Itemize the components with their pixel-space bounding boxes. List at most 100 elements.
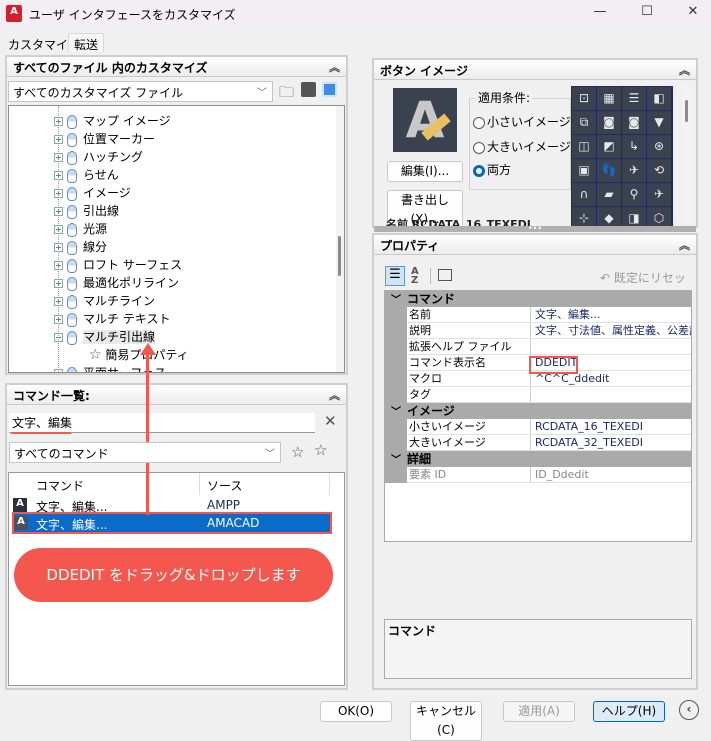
apply-to-label: 適用条件:	[476, 89, 533, 106]
tree-item[interactable]: + 最適化ポリライン	[54, 274, 179, 292]
property-row[interactable]: タグ	[385, 387, 691, 403]
alphabetical-sort-icon[interactable]: AZ	[411, 267, 419, 286]
table-row[interactable]: A 文字、編集... AMPP	[9, 497, 344, 514]
gallery-icon[interactable]: ⟲	[647, 159, 671, 182]
open-file-icon[interactable]: 🗀	[279, 82, 294, 107]
collapse-icon[interactable]: ︽	[329, 387, 340, 403]
tree-item[interactable]: + 線分	[54, 238, 107, 256]
scroll-thumb[interactable]	[338, 236, 341, 276]
mouse-icon	[67, 114, 77, 129]
tree-scrollbar[interactable]	[336, 106, 344, 372]
tree-item[interactable]: + ロフト サーフェス	[54, 256, 182, 274]
tree-item[interactable]: + イメージ	[54, 184, 131, 202]
gallery-icon[interactable]: ∩	[572, 183, 596, 206]
category-label: コマンド	[407, 292, 456, 306]
collapse-icon[interactable]: ︽	[679, 237, 690, 253]
command-filter-select[interactable]: すべてのコマンド ﹀	[9, 442, 281, 463]
gallery-icon[interactable]: ▼	[647, 111, 671, 134]
gallery-icon[interactable]: ✈	[647, 183, 671, 206]
tree-item-label: らせん	[83, 168, 119, 182]
property-value[interactable]: ID_Ddedit	[532, 467, 691, 483]
property-row[interactable]: 拡張ヘルプ ファイル	[385, 339, 691, 355]
tree-item-label: 位置マーカー	[83, 132, 156, 146]
property-info-icon[interactable]	[438, 269, 452, 281]
panel-splitter[interactable]: •••	[374, 225, 696, 233]
find-star-icon[interactable]: ☆	[291, 443, 304, 461]
gallery-icon[interactable]: ✈	[622, 159, 646, 182]
collapse-panes-icon[interactable]: ‹	[679, 700, 699, 720]
column-header-source[interactable]: ソース	[207, 477, 242, 494]
scroll-thumb[interactable]	[685, 100, 688, 122]
icon-gallery[interactable]: ⊡ ▦ ☰ ◧ ⧉ ◙ ◙ ▼ ◫ ◩ ↳ ⊛ ▣ 👣 ✈ ⟲ ∩ ▰ ⚲ ✈ ⊹ ◆ ◨ ⬡	[571, 86, 673, 230]
radio-small-image[interactable]: 小さいイメージ	[473, 113, 571, 130]
minimize-button[interactable]: —	[590, 4, 610, 22]
gallery-icon[interactable]: ▦	[597, 87, 621, 110]
help-button[interactable]: ヘルプ(H)	[593, 701, 665, 722]
command-name: 文字、編集...	[36, 518, 108, 532]
edit-button[interactable]: 編集(I)...	[387, 161, 463, 182]
gallery-icon[interactable]: ▣	[572, 159, 596, 182]
maximize-button[interactable]: ☐	[637, 4, 657, 22]
property-category[interactable]: ﹀ コマンド	[385, 291, 691, 307]
property-row[interactable]: 要素 ID ID_Ddedit	[385, 467, 691, 483]
apply-button[interactable]: 適用(A)	[503, 701, 575, 722]
load-partial-icon[interactable]	[322, 82, 337, 97]
radio-both[interactable]: 両方	[473, 161, 511, 178]
gallery-icon[interactable]: ⊡	[572, 87, 596, 110]
collapse-icon[interactable]: ︽	[679, 62, 690, 78]
property-category[interactable]: ﹀ 詳細	[385, 451, 691, 467]
gallery-icon[interactable]: ◧	[647, 87, 671, 110]
column-header-command[interactable]: コマンド	[36, 477, 84, 494]
ok-button[interactable]: OK(O)	[320, 701, 392, 722]
tree-item[interactable]: +平面サーフェス	[54, 364, 166, 372]
property-key: 小さいイメージ	[407, 419, 531, 435]
gallery-icon[interactable]: ◫	[572, 135, 596, 158]
gallery-icon[interactable]: ◙	[597, 111, 621, 134]
property-value[interactable]: 文字、編集...	[532, 307, 691, 323]
new-star-icon[interactable]: ☆	[314, 441, 327, 459]
gallery-icon[interactable]: ▰	[597, 183, 621, 206]
tree-item[interactable]: + 引出線	[54, 202, 119, 220]
gallery-scrollbar[interactable]	[682, 84, 692, 224]
file-select[interactable]: すべてのカスタマイズ ファイル ﹀	[8, 81, 273, 102]
gallery-icon[interactable]: ☰	[622, 87, 646, 110]
gallery-icon[interactable]: ◙	[622, 111, 646, 134]
table-row-selected[interactable]: A 文字、編集... AMACAD	[12, 512, 332, 534]
save-icon[interactable]	[301, 82, 316, 97]
tree-item[interactable]: + マップ イメージ	[54, 112, 171, 130]
gallery-icon[interactable]: ⚲	[622, 183, 646, 206]
property-value[interactable]	[532, 339, 691, 355]
close-button[interactable]: ✕	[683, 4, 703, 22]
property-value[interactable]: RCDATA_16_TEXEDI	[532, 419, 691, 435]
property-value[interactable]: 文字、寸法値、属性定義、公差記	[532, 323, 691, 339]
tree-item[interactable]: + マルチライン	[54, 292, 155, 310]
tree-item[interactable]: + らせん	[54, 166, 119, 184]
tree-item[interactable]: + 位置マーカー	[54, 130, 155, 148]
clear-search-icon[interactable]: ✕	[324, 412, 337, 430]
gallery-icon[interactable]: 👣	[597, 159, 621, 182]
tree-item[interactable]: ☆ 簡易プロパティ	[89, 346, 189, 364]
search-input[interactable]: 文字、編集	[9, 413, 315, 433]
tab-transfer[interactable]: 転送	[68, 33, 105, 52]
property-row[interactable]: 説明 文字、寸法値、属性定義、公差記	[385, 323, 691, 339]
property-value[interactable]: RCDATA_32_TEXEDI	[532, 435, 691, 451]
cancel-button[interactable]: キャンセル(C)	[410, 701, 482, 741]
tree-item[interactable]: + ハッチング	[54, 148, 143, 166]
gallery-icon[interactable]: ⊛	[647, 135, 671, 158]
property-value[interactable]	[532, 387, 691, 403]
radio-large-image[interactable]: 大きいイメージ	[473, 138, 571, 155]
gallery-icon[interactable]: ⧉	[572, 111, 596, 134]
mouse-icon	[67, 132, 77, 147]
property-row[interactable]: 小さいイメージ RCDATA_16_TEXEDI	[385, 419, 691, 435]
property-key: マクロ	[407, 371, 531, 387]
property-row[interactable]: 名前 文字、編集...	[385, 307, 691, 323]
property-row[interactable]: 大きいイメージ RCDATA_32_TEXEDI	[385, 435, 691, 451]
collapse-icon[interactable]: ︽	[329, 59, 340, 75]
tree-item[interactable]: + マルチ テキスト	[54, 310, 170, 328]
categorized-view-icon[interactable]: ☰	[385, 266, 405, 286]
radio-label: 両方	[487, 163, 512, 177]
property-category[interactable]: ﹀ イメージ	[385, 403, 691, 419]
gallery-icon[interactable]: ↳	[622, 135, 646, 158]
gallery-icon[interactable]: ◩	[597, 135, 621, 158]
tree-item[interactable]: + 光源	[54, 220, 107, 238]
